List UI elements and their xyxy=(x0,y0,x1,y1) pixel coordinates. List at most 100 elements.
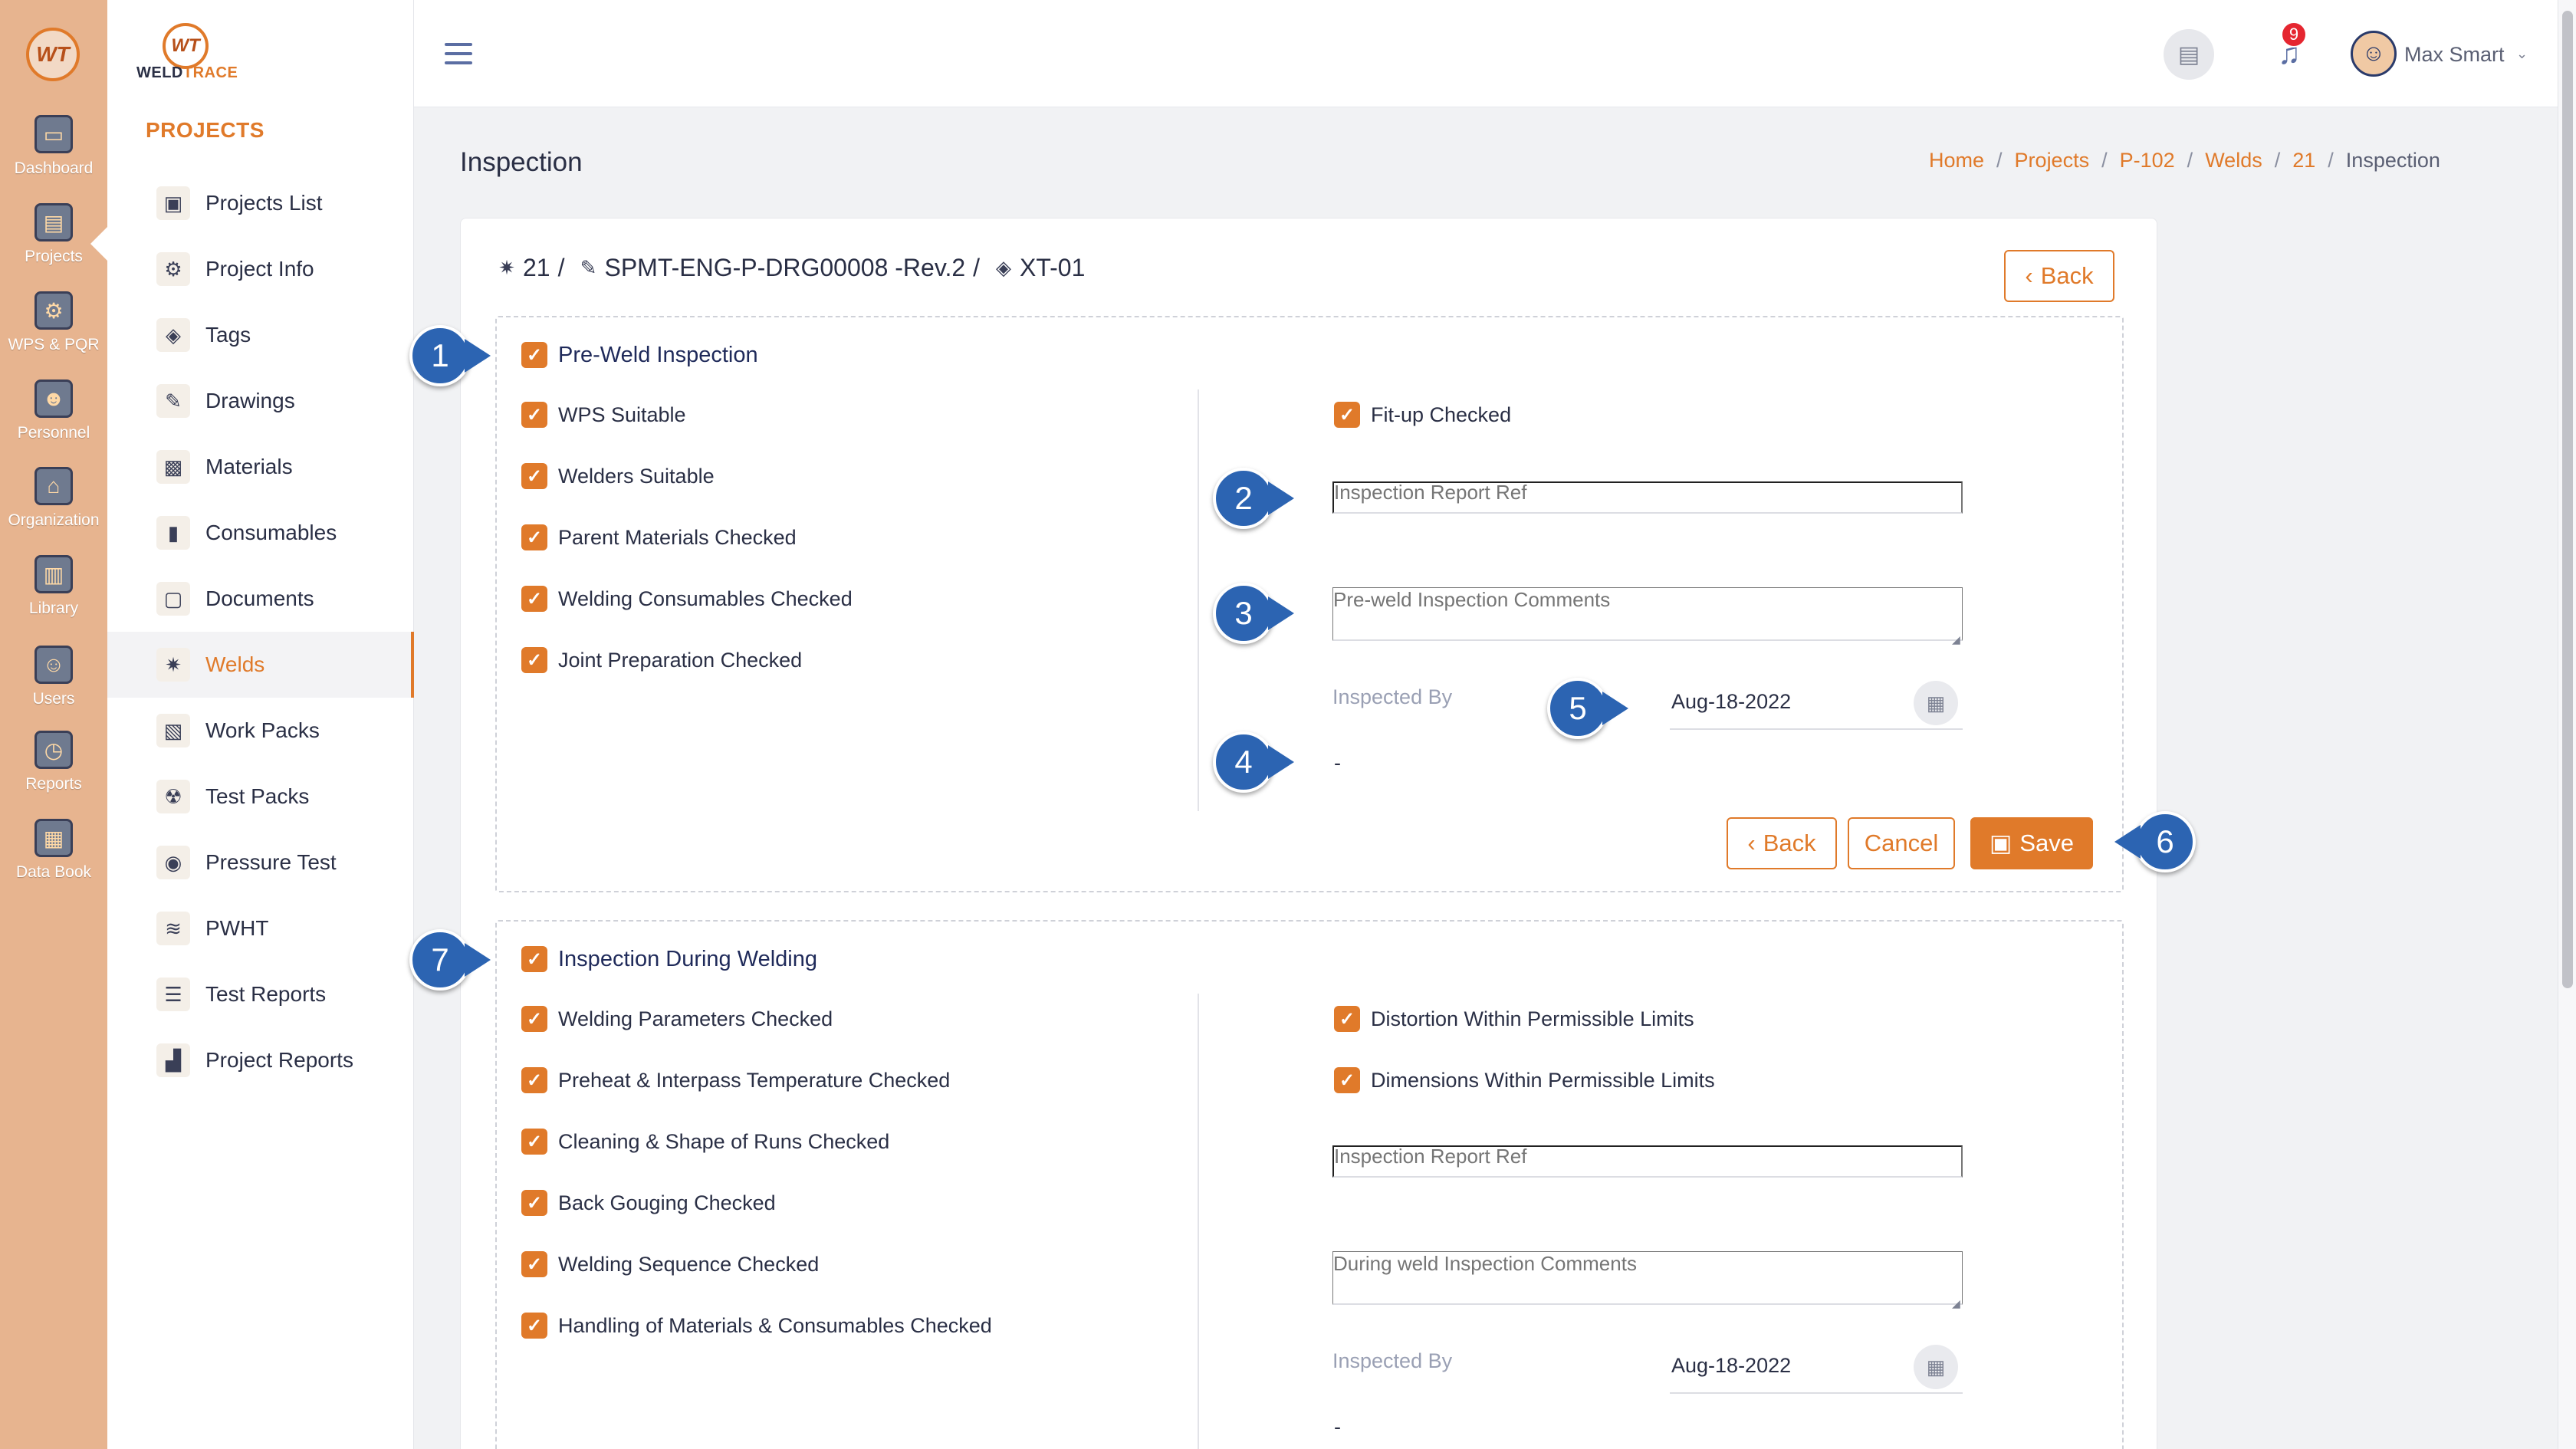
sidebar-item-welds[interactable]: ✷ Welds xyxy=(107,632,414,698)
callout-1: 1 xyxy=(409,325,491,386)
book-icon[interactable]: ▤ xyxy=(2164,29,2214,80)
check-welders-suitable[interactable]: ✓ Welders Suitable xyxy=(521,463,715,489)
checkbox-checked-icon[interactable]: ✓ xyxy=(1334,1067,1360,1093)
drawing-icon: ✎ xyxy=(156,384,190,418)
check-welding-parameters[interactable]: ✓ Welding Parameters Checked xyxy=(521,1006,833,1032)
user-name[interactable]: Max Smart xyxy=(2404,43,2505,67)
calendar-icon[interactable]: ▦ xyxy=(1914,1345,1958,1389)
header-back-button[interactable]: ‹ Back xyxy=(2004,250,2114,302)
during-weld-inspected-by-value: - xyxy=(1334,1415,1341,1438)
check-label: Welding Sequence Checked xyxy=(558,1252,820,1276)
brand-logo-icon[interactable]: WT xyxy=(163,23,209,69)
sidebar-item-label: Drawings xyxy=(205,389,295,412)
sidebar-item-label: Pressure Test xyxy=(205,850,337,874)
check-distortion-limits[interactable]: ✓ Distortion Within Permissible Limits xyxy=(1334,1006,1694,1032)
scroll-thumb[interactable] xyxy=(2562,11,2573,988)
avatar[interactable]: ☺ xyxy=(2351,31,2397,77)
date-value[interactable]: Aug-18-2022 xyxy=(1671,1354,1791,1378)
check-handling-materials[interactable]: ✓ Handling of Materials & Consumables Ch… xyxy=(521,1313,992,1339)
checkbox-checked-icon[interactable]: ✓ xyxy=(1334,1006,1360,1032)
sidebar-item-label: Test Reports xyxy=(205,982,327,1006)
breadcrumb-separator: / xyxy=(1996,149,2003,172)
rail-item-personnel[interactable]: ☻ Personnel xyxy=(0,380,107,456)
sidebar-item-project-reports[interactable]: ▟ Project Reports xyxy=(107,1027,414,1093)
sidebar-item-documents[interactable]: ▢ Documents xyxy=(107,566,414,632)
pre-weld-date-field[interactable]: Aug-18-2022 ▦ xyxy=(1670,679,1963,730)
during-weld-heading-checkbox[interactable]: ✓ Inspection During Welding xyxy=(521,946,817,972)
during-weld-date-field[interactable]: Aug-18-2022 ▦ xyxy=(1670,1343,1963,1394)
checkbox-checked-icon[interactable]: ✓ xyxy=(521,1006,547,1032)
check-parent-materials[interactable]: ✓ Parent Materials Checked xyxy=(521,524,797,550)
breadcrumb-home[interactable]: Home xyxy=(1929,149,1984,172)
check-preheat-interpass[interactable]: ✓ Preheat & Interpass Temperature Checke… xyxy=(521,1067,950,1093)
check-wps-suitable[interactable]: ✓ WPS Suitable xyxy=(521,402,686,428)
back-button[interactable]: ‹ Back xyxy=(1727,817,1837,869)
date-value[interactable]: Aug-18-2022 xyxy=(1671,690,1791,714)
checkbox-checked-icon[interactable]: ✓ xyxy=(521,1251,547,1277)
rail-item-reports[interactable]: ◷ Reports xyxy=(0,731,107,807)
rail-item-library[interactable]: ▥ Library xyxy=(0,555,107,632)
path-separator: / xyxy=(557,253,565,281)
breadcrumb-welds[interactable]: Welds xyxy=(2205,149,2262,172)
checkbox-checked-icon[interactable]: ✓ xyxy=(521,586,547,612)
checkbox-checked-icon[interactable]: ✓ xyxy=(521,946,547,972)
during-weld-heading: Inspection During Welding xyxy=(558,946,817,971)
checkbox-checked-icon[interactable]: ✓ xyxy=(521,342,547,368)
calendar-icon[interactable]: ▦ xyxy=(1914,681,1958,725)
breadcrumb-project[interactable]: P-102 xyxy=(2120,149,2175,172)
check-welding-sequence[interactable]: ✓ Welding Sequence Checked xyxy=(521,1251,819,1277)
rail-item-data-book[interactable]: ▦ Data Book xyxy=(0,819,107,895)
checkbox-checked-icon[interactable]: ✓ xyxy=(521,524,547,550)
breadcrumb-projects[interactable]: Projects xyxy=(2015,149,2090,172)
app-logo-icon[interactable]: WT xyxy=(26,28,80,81)
active-pointer xyxy=(90,227,107,261)
sidebar-item-work-packs[interactable]: ▧ Work Packs xyxy=(107,698,414,764)
save-button[interactable]: ▣ Save xyxy=(1970,817,2093,869)
check-back-gouging[interactable]: ✓ Back Gouging Checked xyxy=(521,1190,776,1216)
during-weld-comments-input[interactable] xyxy=(1332,1251,1963,1305)
rail-item-organization[interactable]: ⌂ Organization xyxy=(0,467,107,544)
checkbox-checked-icon[interactable]: ✓ xyxy=(521,1067,547,1093)
check-joint-preparation[interactable]: ✓ Joint Preparation Checked xyxy=(521,647,802,673)
check-label: Joint Preparation Checked xyxy=(558,648,803,672)
menu-toggle-icon[interactable] xyxy=(445,37,472,71)
folder-gear-icon: ▤ xyxy=(34,203,73,242)
during-weld-report-ref-input[interactable] xyxy=(1332,1145,1963,1178)
breadcrumb-weld[interactable]: 21 xyxy=(2292,149,2315,172)
cancel-button[interactable]: Cancel xyxy=(1848,817,1955,869)
resize-grip-icon[interactable]: ◢ xyxy=(1952,1297,1963,1309)
sidebar-item-test-reports[interactable]: ☰ Test Reports xyxy=(107,961,414,1027)
sidebar-item-projects-list[interactable]: ▣ Projects List xyxy=(107,170,414,236)
chevron-down-icon[interactable]: ⌄ xyxy=(2516,46,2528,62)
sidebar-item-project-info[interactable]: ⚙ Project Info xyxy=(107,236,414,302)
check-dimensions-limits[interactable]: ✓ Dimensions Within Permissible Limits xyxy=(1334,1067,1715,1093)
rail-item-dashboard[interactable]: ▭ Dashboard xyxy=(0,115,107,192)
check-welding-consumables[interactable]: ✓ Welding Consumables Checked xyxy=(521,586,853,612)
check-cleaning-shape[interactable]: ✓ Cleaning & Shape of Runs Checked xyxy=(521,1129,889,1155)
checkbox-checked-icon[interactable]: ✓ xyxy=(521,463,547,489)
pre-weld-report-ref-input[interactable] xyxy=(1332,481,1963,514)
sidebar-item-materials[interactable]: ▩ Materials xyxy=(107,434,414,500)
rail-item-wps-pqr[interactable]: ⚙ WPS & PQR xyxy=(0,291,107,368)
sidebar-item-tags[interactable]: ◈ Tags xyxy=(107,302,414,368)
page-scrollbar[interactable] xyxy=(2558,0,2576,1449)
sidebar-item-test-packs[interactable]: ☢ Test Packs xyxy=(107,764,414,830)
chart-report-icon: ▟ xyxy=(156,1043,190,1077)
checkbox-checked-icon[interactable]: ✓ xyxy=(521,647,547,673)
sidebar-item-pwht[interactable]: ≋ PWHT xyxy=(107,895,414,961)
checkbox-checked-icon[interactable]: ✓ xyxy=(521,1129,547,1155)
check-fit-up[interactable]: ✓ Fit-up Checked xyxy=(1334,402,1511,428)
record-path: ✷ 21 / ✎ SPMT-ENG-P-DRG00008 -Rev.2 / ◈ … xyxy=(491,251,1085,284)
sidebar-item-pressure-test[interactable]: ◉ Pressure Test xyxy=(107,830,414,895)
checkbox-checked-icon[interactable]: ✓ xyxy=(521,402,547,428)
sidebar-item-label: Welds xyxy=(205,652,265,676)
checkbox-checked-icon[interactable]: ✓ xyxy=(521,1313,547,1339)
checkbox-checked-icon[interactable]: ✓ xyxy=(1334,402,1360,428)
checkbox-checked-icon[interactable]: ✓ xyxy=(521,1190,547,1216)
resize-grip-icon[interactable]: ◢ xyxy=(1952,633,1963,646)
rail-item-users[interactable]: ☺ Users xyxy=(0,646,107,722)
sidebar-item-drawings[interactable]: ✎ Drawings xyxy=(107,368,414,434)
sidebar-item-consumables[interactable]: ▮ Consumables xyxy=(107,500,414,566)
pre-weld-comments-input[interactable] xyxy=(1332,587,1963,641)
pre-weld-heading-checkbox[interactable]: ✓ Pre-Weld Inspection xyxy=(521,342,758,368)
